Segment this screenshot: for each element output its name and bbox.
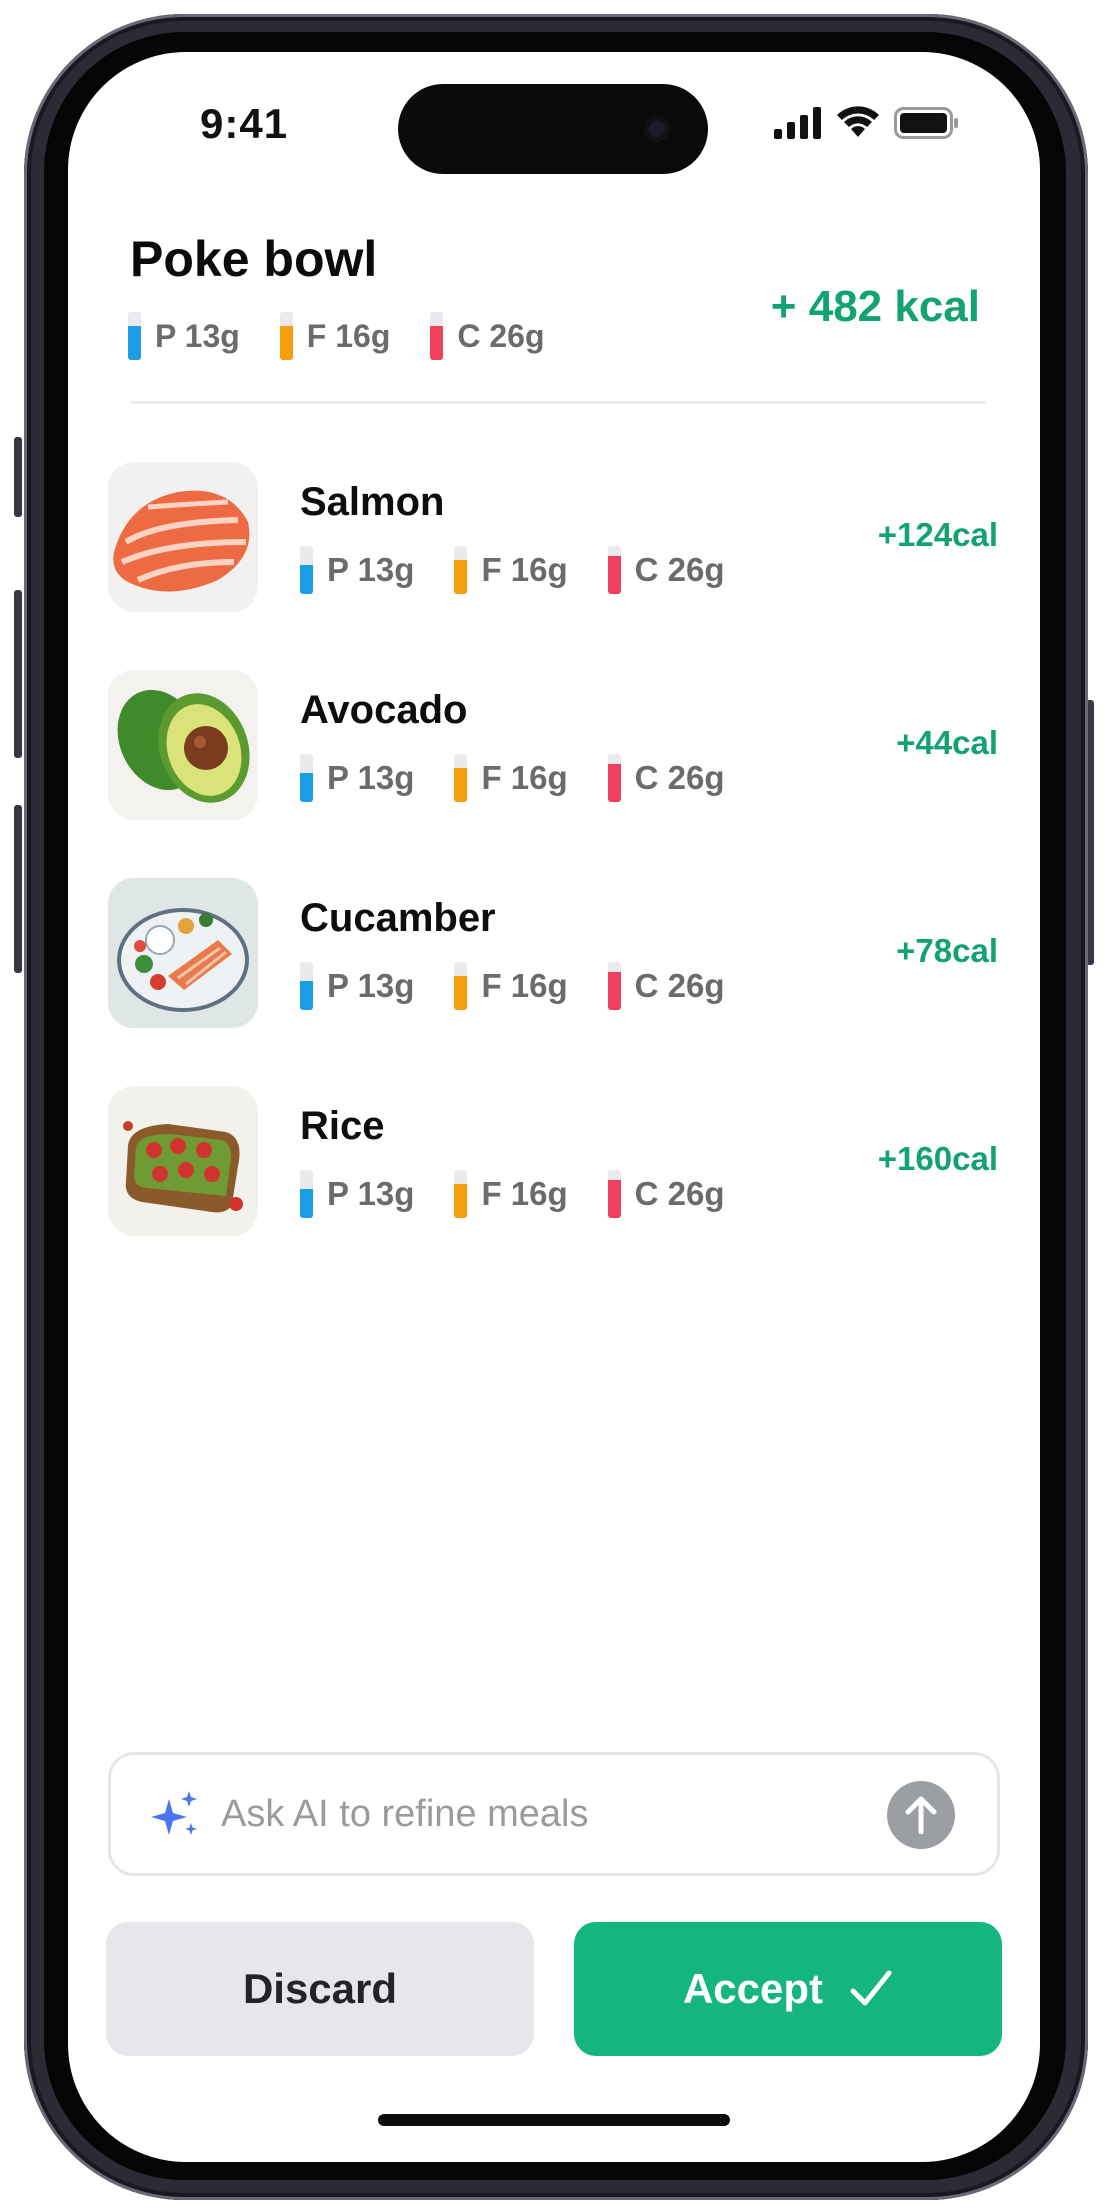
macro-carbs: C 26g (430, 312, 545, 360)
accept-label: Accept (682, 1965, 824, 2012)
status-time: 9:41 (200, 100, 289, 147)
macro-fat-label: F 16g (481, 759, 568, 796)
food-calories: +44cal (896, 724, 998, 761)
macro-carbs-label: C 26g (634, 1175, 725, 1212)
ai-refine-box (108, 1752, 1000, 1876)
home-indicator (378, 2114, 730, 2126)
macro-protein: P 13g (300, 962, 414, 1010)
macro-fat: F 16g (454, 754, 568, 802)
macro-fat: F 16g (279, 312, 391, 360)
food-name: Salmon (300, 480, 445, 524)
macro-carbs-label: C 26g (634, 967, 725, 1004)
macro-carbs-label: C 26g (457, 317, 545, 354)
screen: 9:41 Poke bowl P 13g F 16g C 26g + 482 k… (68, 52, 1040, 2162)
carbs-bar (607, 962, 621, 1010)
meal-title: Poke bowl (130, 231, 378, 287)
food-item-salmon[interactable]: Salmon P 13g F 16g C 26g +124cal (108, 462, 998, 612)
status-icons (774, 106, 960, 140)
food-name: Rice (300, 1104, 385, 1148)
food-name: Cucamber (300, 896, 496, 940)
macro-carbs: C 26g (607, 1170, 725, 1218)
food-calories: +78cal (896, 932, 998, 969)
divider (130, 401, 986, 404)
avocado-image (108, 670, 258, 820)
checkmark-icon (849, 1969, 893, 2009)
macro-protein-label: P 13g (155, 317, 240, 354)
food-macros: P 13g F 16g C 26g (300, 754, 765, 802)
macro-fat-label: F 16g (481, 967, 568, 1004)
macro-protein-label: P 13g (327, 551, 415, 588)
macro-fat: F 16g (454, 1170, 568, 1218)
dynamic-island (398, 84, 708, 174)
protein-bar (128, 312, 141, 360)
macro-fat: F 16g (454, 962, 568, 1010)
fat-bar (454, 962, 468, 1010)
sparkles-icon (151, 1791, 197, 1835)
protein-bar (300, 962, 313, 1010)
accept-button[interactable]: Accept (574, 1922, 1002, 2056)
fat-bar (279, 312, 293, 360)
protein-bar (300, 754, 313, 802)
ai-refine-input[interactable] (219, 1783, 863, 1845)
macro-protein: P 13g (300, 754, 414, 802)
macro-carbs: C 26g (607, 962, 725, 1010)
protein-bar (300, 1170, 313, 1218)
food-macros: P 13g F 16g C 26g (300, 546, 765, 594)
macro-protein-label: P 13g (327, 759, 415, 796)
protein-bar (300, 546, 313, 594)
wifi-icon (837, 106, 879, 137)
macro-carbs-label: C 26g (634, 759, 725, 796)
battery-icon (894, 107, 958, 139)
food-calories: +160cal (877, 1140, 998, 1177)
food-macros: P 13g F 16g C 26g (300, 962, 765, 1010)
food-item-rice[interactable]: Rice P 13g F 16g C 26g +160cal (108, 1086, 998, 1236)
fat-bar (454, 1170, 468, 1218)
macro-fat-label: F 16g (481, 1175, 568, 1212)
macro-fat-label: F 16g (481, 551, 568, 588)
discard-button[interactable]: Discard (106, 1922, 534, 2056)
macro-protein: P 13g (300, 546, 414, 594)
toast-image (108, 1086, 258, 1236)
salmon-image (108, 462, 258, 612)
food-calories: +124cal (877, 516, 998, 553)
carbs-bar (430, 312, 444, 360)
discard-label: Discard (242, 1965, 398, 2012)
send-button[interactable] (887, 1781, 955, 1849)
macro-protein-label: P 13g (327, 967, 415, 1004)
arrow-up-icon (905, 1796, 937, 1834)
volume-up-button (14, 590, 22, 758)
cellular-signal-icon (774, 107, 821, 139)
meal-macros: P 13g F 16g C 26g (128, 312, 585, 360)
macro-carbs: C 26g (607, 546, 725, 594)
food-item-cucamber[interactable]: Cucamber P 13g F 16g C 26g +78cal (108, 878, 998, 1028)
carbs-bar (607, 546, 621, 594)
food-item-avocado[interactable]: Avocado P 13g F 16g C 26g +44cal (108, 670, 998, 820)
food-name: Avocado (300, 688, 468, 732)
food-macros: P 13g F 16g C 26g (300, 1170, 765, 1218)
fat-bar (454, 754, 468, 802)
macro-protein: P 13g (300, 1170, 414, 1218)
carbs-bar (607, 754, 621, 802)
macro-fat-label: F 16g (306, 317, 391, 354)
action-button (14, 437, 22, 517)
front-camera-icon (644, 116, 670, 142)
plated-fish-image (108, 878, 258, 1028)
macro-fat: F 16g (454, 546, 568, 594)
macro-carbs-label: C 26g (634, 551, 725, 588)
volume-down-button (14, 805, 22, 973)
macro-protein-label: P 13g (327, 1175, 415, 1212)
fat-bar (454, 546, 468, 594)
carbs-bar (607, 1170, 621, 1218)
macro-protein: P 13g (128, 312, 240, 360)
total-kcal: + 482 kcal (770, 282, 980, 331)
macro-carbs: C 26g (607, 754, 725, 802)
